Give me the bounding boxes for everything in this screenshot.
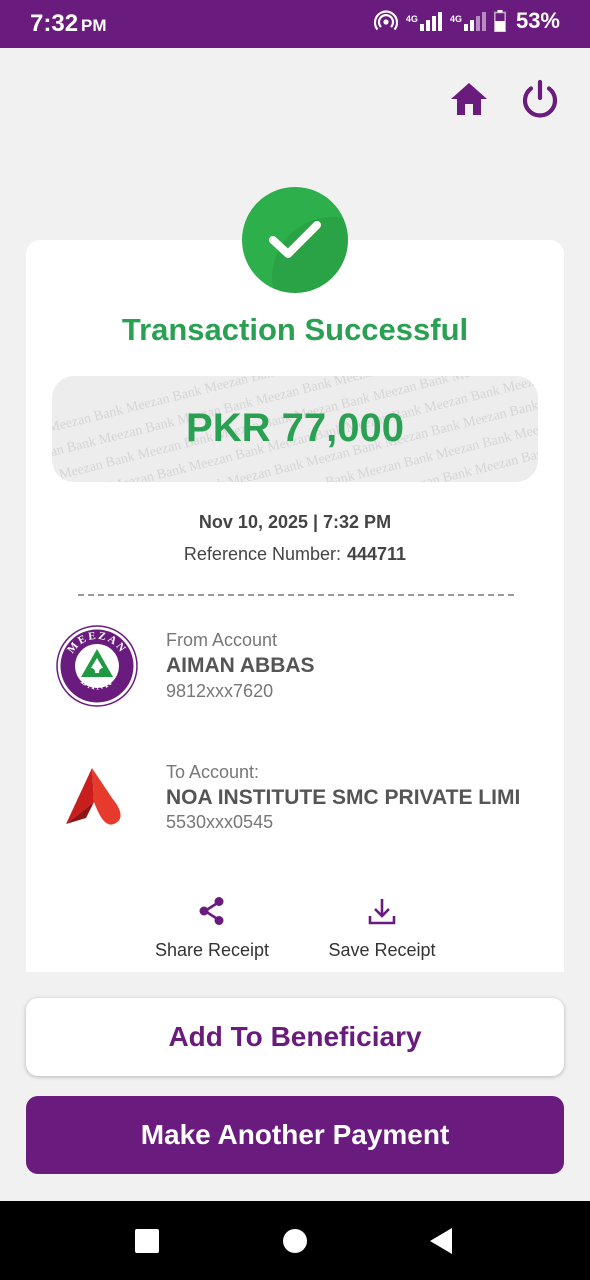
network-type-1: 4G: [405, 14, 418, 24]
reference-value: 444711: [347, 544, 407, 564]
save-receipt-label: Save Receipt: [328, 940, 436, 960]
from-account-label: From Account: [166, 630, 278, 650]
from-account-name: AIMAN ABBAS: [166, 654, 315, 677]
signal-icon: [419, 12, 442, 31]
amount-panel: Meezan Bank Meezan Bank Meezan Bank Meez…: [52, 376, 538, 482]
share-receipt-button[interactable]: Share Receipt: [148, 896, 276, 961]
reference-number: Reference Number: 444711: [0, 544, 590, 565]
share-icon: [199, 897, 224, 925]
navigation-bar: [0, 1201, 590, 1280]
to-account-name: NOA INSTITUTE SMC PRIVATE LIMI: [166, 786, 521, 809]
transaction-datetime: Nov 10, 2025 | 7:32 PM: [198, 512, 392, 532]
home-button[interactable]: [448, 78, 490, 120]
share-receipt-label: Share Receipt: [154, 940, 270, 960]
status-time: 7:32 PM: [30, 10, 107, 38]
reference-label: Reference Number:: [183, 544, 341, 564]
meezan-bank-logo: MEEZAN BANK: [56, 625, 138, 707]
save-receipt-button[interactable]: Save Receipt: [322, 896, 442, 961]
signal-icon-2: [463, 12, 486, 31]
status-icons: 4G 4G 53%: [373, 8, 560, 34]
make-another-payment-button[interactable]: Make Another Payment: [26, 1096, 564, 1174]
to-account-number: 5530xxx0545: [166, 812, 274, 832]
recents-button[interactable]: [133, 1227, 161, 1255]
battery-level: 53%: [515, 8, 560, 33]
status-bar: 7:32 PM 4G 4G 53%: [0, 0, 590, 48]
success-check-badge: [242, 187, 348, 293]
home-icon: [451, 83, 487, 115]
checkmark-icon: [269, 221, 321, 258]
from-account-number: 9812xxx7620: [166, 681, 274, 701]
add-to-beneficiary-button[interactable]: Add To Beneficiary: [26, 998, 564, 1076]
network-type-2: 4G: [449, 14, 462, 24]
home-nav-button[interactable]: [281, 1227, 309, 1255]
divider: [78, 594, 514, 596]
recents-icon: [135, 1229, 159, 1253]
power-icon: [522, 79, 558, 118]
hotspot-icon: [373, 10, 398, 31]
back-button[interactable]: [427, 1227, 455, 1255]
transaction-amount: PKR 77,000: [186, 406, 404, 450]
status-ampm: PM: [81, 16, 107, 35]
back-icon: [430, 1228, 452, 1254]
recipient-bank-logo: [64, 766, 128, 828]
transaction-status-title: Transaction Successful: [121, 312, 469, 347]
status-time-value: 7:32: [30, 10, 79, 37]
receipt-card: [26, 240, 564, 972]
logout-button[interactable]: [519, 78, 561, 120]
home-circle-icon: [283, 1229, 307, 1253]
download-icon: [368, 899, 396, 925]
to-account-label: To Account:: [166, 762, 260, 782]
battery-icon: [493, 10, 506, 32]
